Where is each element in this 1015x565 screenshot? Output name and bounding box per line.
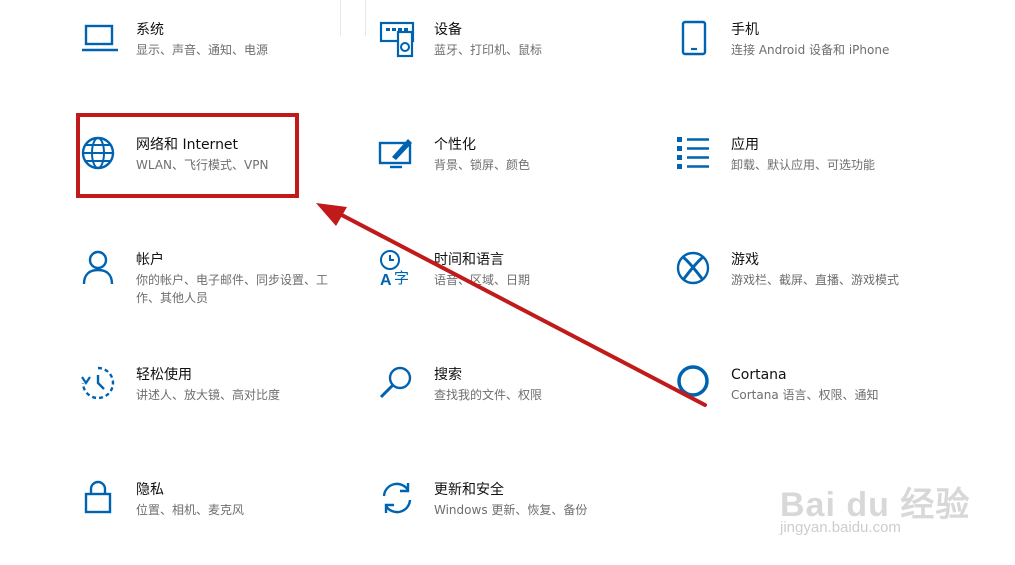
lock-icon <box>80 480 120 520</box>
tile-update-security[interactable]: 更新和安全 Windows 更新、恢复、备份 <box>378 480 678 550</box>
tile-subtitle: 讲述人、放大镜、高对比度 <box>136 388 281 402</box>
tile-title: 个性化 <box>434 137 476 153</box>
tile-devices[interactable]: 设备 蓝牙、打印机、鼠标 <box>378 20 678 90</box>
time-language-icon: A字 <box>378 250 418 290</box>
apps-list-icon <box>675 135 715 175</box>
tile-subtitle: Cortana 语言、权限、通知 <box>731 388 879 402</box>
tile-search[interactable]: 搜索 查找我的文件、权限 <box>378 365 678 435</box>
watermark-url: jingyan.baidu.com <box>780 519 901 536</box>
tile-title: 应用 <box>731 137 759 153</box>
watermark: Bai du 经验 jingyan.baidu.com <box>780 455 980 545</box>
tile-title: 手机 <box>731 22 759 38</box>
svg-text:A: A <box>380 272 392 289</box>
tile-subtitle: 连接 Android 设备和 iPhone <box>731 43 890 57</box>
tile-title: Cortana <box>731 367 787 383</box>
tile-title: 搜索 <box>434 367 462 383</box>
search-icon <box>378 365 418 405</box>
tile-title: 帐户 <box>136 252 164 268</box>
tile-subtitle: Windows 更新、恢复、备份 <box>434 503 588 517</box>
tile-subtitle: 游戏栏、截屏、直播、游戏模式 <box>731 273 900 287</box>
highlight-box <box>76 113 299 198</box>
tile-subtitle: 语音、区域、日期 <box>434 273 531 287</box>
tile-subtitle: 蓝牙、打印机、鼠标 <box>434 43 543 57</box>
cortana-icon <box>675 365 715 405</box>
tile-title: 设备 <box>434 22 462 38</box>
tile-subtitle: 卸载、默认应用、可选功能 <box>731 158 876 172</box>
ease-of-access-icon <box>80 365 120 405</box>
tile-subtitle: 显示、声音、通知、电源 <box>136 43 269 57</box>
tile-title: 系统 <box>136 22 164 38</box>
svg-text:字: 字 <box>394 269 409 287</box>
sync-icon <box>378 480 418 520</box>
tile-privacy[interactable]: 隐私 位置、相机、麦克风 <box>80 480 380 550</box>
tile-accounts[interactable]: 帐户 你的帐户、电子邮件、同步设置、工作、其他人员 <box>80 250 380 320</box>
phone-icon <box>675 20 715 60</box>
person-icon <box>80 250 120 290</box>
tile-system[interactable]: 系统 显示、声音、通知、电源 <box>80 20 380 90</box>
tile-time-language[interactable]: A字 时间和语言 语音、区域、日期 <box>378 250 678 320</box>
xbox-icon <box>675 250 715 290</box>
devices-icon <box>378 20 418 60</box>
tile-subtitle: 位置、相机、麦克风 <box>136 503 245 517</box>
paint-icon <box>378 135 418 175</box>
tile-title: 隐私 <box>136 482 164 498</box>
tile-ease-of-access[interactable]: 轻松使用 讲述人、放大镜、高对比度 <box>80 365 380 435</box>
tile-title: 更新和安全 <box>434 482 504 498</box>
tile-title: 游戏 <box>731 252 759 268</box>
tile-title: 轻松使用 <box>136 367 192 383</box>
tile-subtitle: 查找我的文件、权限 <box>434 388 543 402</box>
tile-apps[interactable]: 应用 卸载、默认应用、可选功能 <box>675 135 975 205</box>
tile-title: 时间和语言 <box>434 252 504 268</box>
tile-phone[interactable]: 手机 连接 Android 设备和 iPhone <box>675 20 975 90</box>
tile-subtitle: 你的帐户、电子邮件、同步设置、工作、其他人员 <box>136 273 329 305</box>
tile-personalization[interactable]: 个性化 背景、锁屏、颜色 <box>378 135 678 205</box>
tile-gaming[interactable]: 游戏 游戏栏、截屏、直播、游戏模式 <box>675 250 975 320</box>
tile-cortana[interactable]: Cortana Cortana 语言、权限、通知 <box>675 365 975 435</box>
laptop-icon <box>80 20 120 60</box>
tile-subtitle: 背景、锁屏、颜色 <box>434 158 531 172</box>
